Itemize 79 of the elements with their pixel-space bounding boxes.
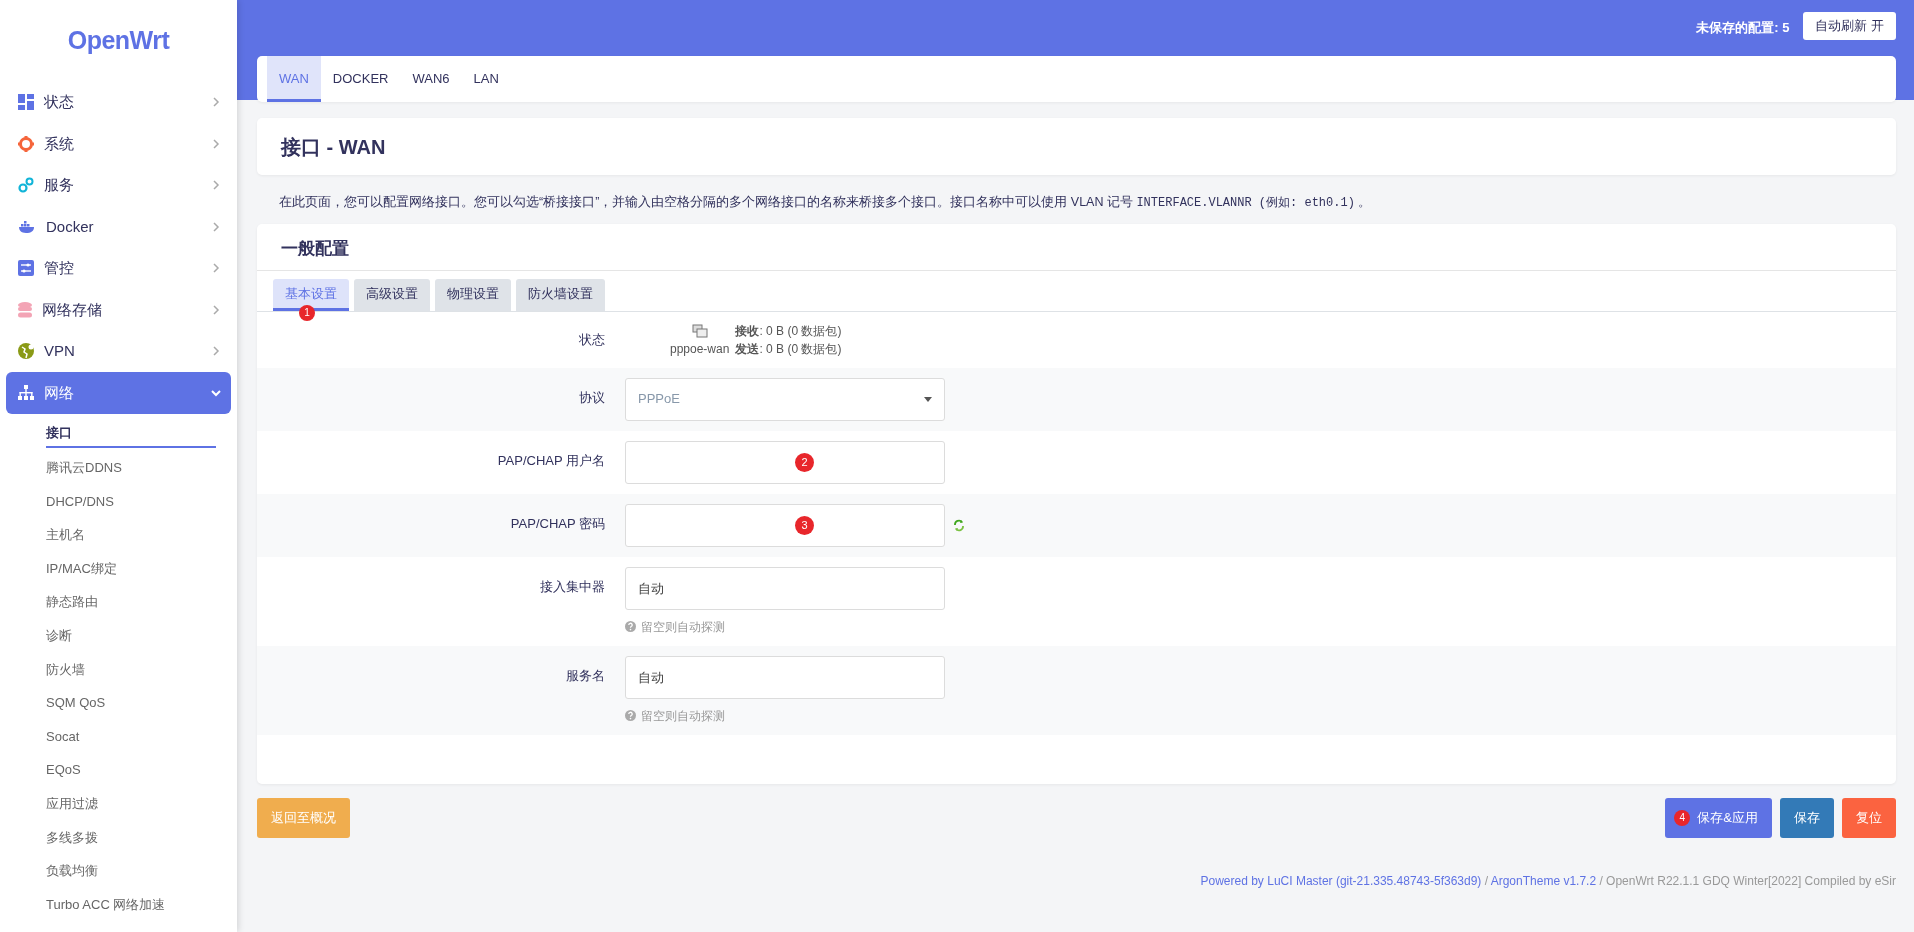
section-title: 一般配置 [281,239,349,258]
footer-link[interactable]: ArgonTheme v1.7.2 [1490,874,1597,888]
sidebar-item[interactable]: 管控 [6,247,231,289]
gear-icon [18,135,34,152]
description-text: 在此页面，您可以配置网络接口。您可以勾选“桥接接口”，并输入由空格分隔的多个网络接口的名称来桥接多个接口。接口名称中可以使用 VLAN 记号 INTERFACE.VLANNR (例如: eth0.1) 。 [278,194,1373,212]
chevron-right-icon [211,138,221,149]
field-label: PAP/CHAP 密码 [510,515,605,531]
sidebar-item[interactable]: 网络 [6,372,231,414]
settings-tab[interactable]: 高级设置 [354,279,430,311]
sitemap-icon [18,384,34,401]
settings-tab[interactable]: 防火墙设置 [516,279,605,311]
interface-tab[interactable]: DOCKER [320,56,401,102]
input-field[interactable]: 自动 [625,655,945,699]
field-label: PAP/CHAP 用户名 [497,452,605,468]
help-icon [625,621,636,632]
interface-tab[interactable]: WAN6 [400,56,462,102]
sidebar-item[interactable]: Docker [6,206,231,248]
refresh-icon [953,518,965,532]
rx-stat: 接收: 0 B (0 数据包) [735,322,842,340]
save-button[interactable]: 保存 [1780,798,1834,838]
sidebar-item[interactable]: 服务 [6,164,231,206]
help-text: 留空则自动探测 [641,618,725,636]
globe-icon [18,343,34,360]
save-apply-button[interactable]: 4 保存&应用 [1665,798,1772,838]
logo-text: OpenWrt [66,25,171,56]
input-field[interactable] [625,503,945,547]
field-label: 接入集中器 [540,578,605,594]
submenu-link[interactable]: EQoS [46,753,216,788]
database-icon [18,301,32,318]
sidebar-item[interactable]: 网络存储 [6,289,231,331]
settings-tab[interactable]: 物理设置 [435,279,511,311]
submenu-link[interactable]: 主机名 [46,518,216,552]
input-field[interactable] [625,440,945,484]
caret-icon [924,396,932,402]
sidebar-item[interactable]: VPN [6,330,231,372]
chevron-right-icon [211,263,221,274]
device-name: pppoe-wan [670,340,730,358]
footer-link[interactable]: Powered by LuCI Master (git-21.335.48743-5f363d9) [1200,874,1482,888]
gears-icon [18,177,34,194]
auto-refresh-button[interactable]: 自动刷新 开 [1803,12,1896,40]
sidebar-item[interactable]: 状态 [6,81,231,123]
submenu-link[interactable]: SQM QoS [46,686,216,720]
field-label: 服务名 [566,667,605,683]
submenu-link[interactable]: Turbo ACC 网络加速 [46,887,216,922]
footer-text: Powered by LuCI Master (git-21.335.48743-5f363d9) / ArgonTheme v1.7.2 / OpenWrt R22.1.1 GDQ Winter[2022] Compiled by eSir [1199,873,1896,890]
chevron-right-icon [211,304,221,315]
help-text: 留空则自动探测 [641,707,725,725]
vlan-link[interactable]: VLAN [1070,195,1104,209]
sidebar-item[interactable]: 系统 [6,123,231,165]
interface-tab[interactable]: LAN [461,56,511,102]
unsaved-changes-link[interactable]: 未保存的配置: 5 [1696,18,1790,38]
submenu-link[interactable]: 应用过滤 [46,787,216,821]
chevron-down-icon [211,387,221,398]
help-icon [625,710,636,721]
tx-stat: 发送: 0 B (0 数据包) [735,340,842,358]
submenu-link[interactable]: DHCP/DNS [46,484,216,519]
network-port-icon [691,324,708,339]
chevron-right-icon [211,221,221,232]
field-label: 状态 [579,331,605,347]
input-field[interactable]: 自动 [625,566,945,610]
submenu-link[interactable]: 防火墙 [46,652,216,687]
submenu-link[interactable]: Socat [46,719,216,754]
submenu-link[interactable]: 多线多拨 [46,820,216,855]
field-label: 协议 [579,389,605,405]
annotation-marker: 4 [1674,810,1691,826]
chevron-right-icon [211,97,221,108]
page-title: 接口 - WAN [281,134,386,160]
chevron-right-icon [211,346,221,357]
sliders-icon [18,260,34,277]
dashboard-icon [18,94,34,111]
interface-tab[interactable]: WAN [267,56,321,102]
chevron-right-icon [211,180,221,191]
submenu-link[interactable]: 腾讯云DDNS [46,451,216,485]
submenu-link[interactable]: 负载均衡 [46,854,216,888]
submenu-link[interactable]: 接口 [46,417,216,448]
submenu-link[interactable]: 静态路由 [46,585,216,620]
whale-icon [18,219,36,234]
submenu-link[interactable]: IP/MAC绑定 [46,551,216,586]
submenu-link[interactable]: 诊断 [46,619,216,653]
